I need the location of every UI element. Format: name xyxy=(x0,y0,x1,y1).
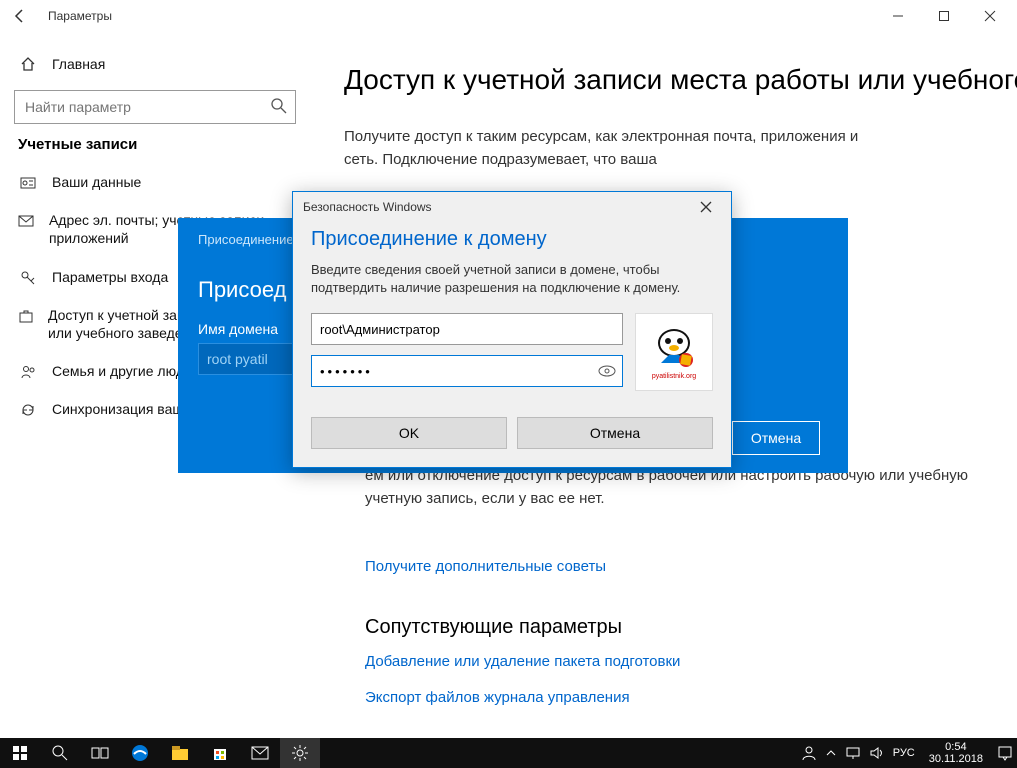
maximize-button[interactable] xyxy=(921,0,967,32)
close-button[interactable] xyxy=(967,0,1013,32)
start-button[interactable] xyxy=(0,738,40,768)
briefcase-icon xyxy=(18,306,34,324)
taskbar-app-settings[interactable] xyxy=(280,738,320,768)
sync-icon xyxy=(18,400,38,418)
sidebar-section-header: Учетные записи xyxy=(18,136,320,153)
ok-button[interactable]: OK xyxy=(311,417,507,449)
minimize-button[interactable] xyxy=(875,0,921,32)
security-heading: Присоединение к домену xyxy=(311,228,713,251)
tray-date: 30.11.2018 xyxy=(929,753,983,765)
search-icon xyxy=(270,97,288,115)
sidebar-item-your-info[interactable]: Ваши данные xyxy=(14,163,320,201)
home-icon xyxy=(18,56,38,72)
username-input[interactable] xyxy=(311,313,623,345)
sidebar-home[interactable]: Главная xyxy=(14,44,320,84)
security-desc: Введите сведения своей учетной записи в … xyxy=(311,261,713,297)
tray-volume-icon[interactable] xyxy=(869,746,885,760)
page-title: Доступ к учетной записи места работы или… xyxy=(344,64,1017,96)
panel-cancel-button[interactable]: Отмена xyxy=(732,421,820,455)
search-button[interactable] xyxy=(40,738,80,768)
sidebar-item-label: Семья и другие люди xyxy=(52,362,192,380)
titlebar: Параметры xyxy=(0,0,1017,32)
cancel-button[interactable]: Отмена xyxy=(517,417,713,449)
sidebar-home-label: Главная xyxy=(52,56,105,72)
security-dialog: Безопасность Windows Присоединение к дом… xyxy=(292,191,732,468)
page-intro: Получите доступ к таким ресурсам, как эл… xyxy=(344,126,884,171)
key-icon xyxy=(18,268,38,286)
people-icon xyxy=(18,362,38,380)
taskbar-app-edge[interactable] xyxy=(120,738,160,768)
related-link-export-logs[interactable]: Экспорт файлов журнала управления xyxy=(365,689,630,706)
tray-clock[interactable]: 0:54 30.11.2018 xyxy=(923,741,989,765)
taskbar: РУС 0:54 30.11.2018 xyxy=(0,738,1017,768)
tray-time: 0:54 xyxy=(929,741,983,753)
id-icon xyxy=(18,173,38,191)
sidebar-item-label: Ваши данные xyxy=(52,173,141,191)
tray-notifications-icon[interactable] xyxy=(997,745,1013,761)
back-button[interactable] xyxy=(4,0,36,32)
task-view-button[interactable] xyxy=(80,738,120,768)
tray-language[interactable]: РУС xyxy=(893,747,915,759)
sidebar-item-label: Параметры входа xyxy=(52,268,168,286)
window-title: Параметры xyxy=(48,9,112,23)
taskbar-app-store[interactable] xyxy=(200,738,240,768)
taskbar-app-explorer[interactable] xyxy=(160,738,200,768)
security-dialog-title: Безопасность Windows xyxy=(303,200,432,214)
related-heading: Сопутствующие параметры xyxy=(365,616,680,639)
password-input[interactable] xyxy=(311,355,623,387)
credential-image-label: pyatilistnik.org xyxy=(652,373,696,380)
tray-people-icon[interactable] xyxy=(801,745,817,761)
tray-network-icon[interactable] xyxy=(845,746,861,760)
credential-image: pyatilistnik.org xyxy=(635,313,713,391)
taskbar-app-mail[interactable] xyxy=(240,738,280,768)
related-link-provisioning[interactable]: Добавление или удаление пакета подготовк… xyxy=(365,653,680,670)
tray-chevron-icon[interactable] xyxy=(825,747,837,759)
dialog-close-button[interactable] xyxy=(691,192,721,222)
search-input[interactable] xyxy=(14,90,296,124)
tips-link[interactable]: Получите дополнительные советы xyxy=(365,558,606,575)
reveal-password-icon[interactable] xyxy=(597,361,617,381)
mail-icon xyxy=(18,211,35,229)
